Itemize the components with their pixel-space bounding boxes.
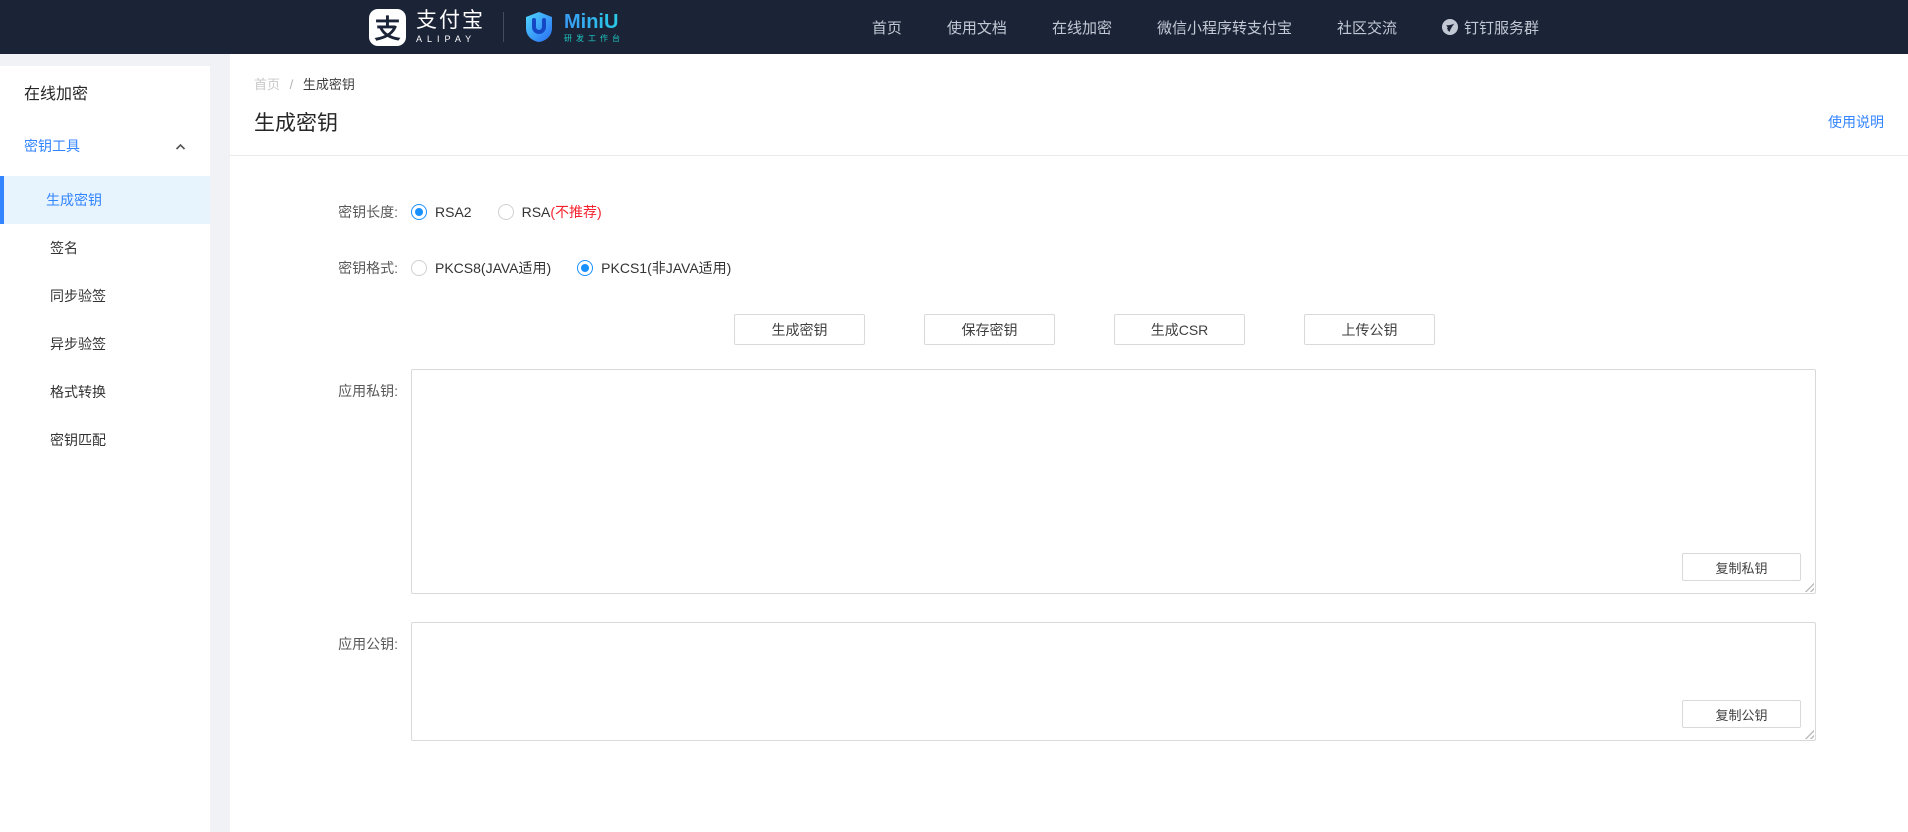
miniu-name: MiniU xyxy=(564,11,624,33)
radio-rsa[interactable]: RSA(不推荐) xyxy=(498,202,602,222)
radio-rsa2-circle[interactable] xyxy=(411,204,427,220)
copy-public-key-button[interactable]: 复制公钥 xyxy=(1682,700,1801,728)
nav-item-dingtalk-group[interactable]: 钉钉服务群 xyxy=(1442,17,1539,38)
key-length-row: 密钥长度: RSA2 RSA(不推荐) xyxy=(230,202,1908,222)
generate-csr-button[interactable]: 生成CSR xyxy=(1114,314,1245,345)
top-navbar: 支 支付宝 ALIPAY MiniU 研发工作 xyxy=(0,0,1908,54)
nav-item-docs[interactable]: 使用文档 xyxy=(947,17,1007,38)
public-key-row: 应用公钥: 复制公钥 xyxy=(230,622,1908,741)
sidebar-item-format-convert[interactable]: 格式转换 xyxy=(0,368,210,416)
private-key-textarea[interactable] xyxy=(411,369,1816,594)
public-key-textarea[interactable] xyxy=(411,622,1816,741)
nav-item-online-encrypt[interactable]: 在线加密 xyxy=(1052,17,1112,38)
alipay-logo-icon: 支 xyxy=(369,9,406,46)
logo-divider xyxy=(503,12,504,42)
alipay-subtitle: ALIPAY xyxy=(416,33,485,45)
nav-item-dingtalk-label: 钉钉服务群 xyxy=(1464,17,1539,38)
miniu-shield-icon xyxy=(522,10,556,44)
radio-pkcs1[interactable]: PKCS1(非JAVA适用) xyxy=(577,258,731,278)
public-key-label: 应用公钥: xyxy=(230,622,411,654)
key-length-label: 密钥长度: xyxy=(230,202,411,222)
key-format-label: 密钥格式: xyxy=(230,258,411,278)
sidebar-item-sign[interactable]: 签名 xyxy=(0,224,210,272)
miniu-subtitle: 研发工作台 xyxy=(564,33,624,44)
not-recommended-text: (不推荐) xyxy=(550,204,601,220)
save-key-button[interactable]: 保存密钥 xyxy=(924,314,1055,345)
sidebar-group-key-tools[interactable]: 密钥工具 xyxy=(0,114,210,176)
nav-item-home[interactable]: 首页 xyxy=(872,17,902,38)
radio-pkcs1-label: PKCS1(非JAVA适用) xyxy=(601,258,731,278)
usage-help-link[interactable]: 使用说明 xyxy=(1828,112,1884,132)
radio-rsa2[interactable]: RSA2 xyxy=(411,204,472,220)
radio-pkcs8-label: PKCS8(JAVA适用) xyxy=(435,258,551,278)
alipay-name: 支付宝 xyxy=(416,9,485,33)
breadcrumb: 首页 / 生成密钥 xyxy=(254,74,1884,93)
copy-private-key-button[interactable]: 复制私钥 xyxy=(1682,553,1801,581)
miniu-logo-text: MiniU 研发工作台 xyxy=(564,11,624,44)
nav-item-wechat-to-alipay[interactable]: 微信小程序转支付宝 xyxy=(1157,17,1292,38)
upload-public-key-button[interactable]: 上传公钥 xyxy=(1304,314,1435,345)
radio-rsa2-label: RSA2 xyxy=(435,204,472,220)
page-title: 生成密钥 xyxy=(254,107,338,137)
alipay-logo-text: 支付宝 ALIPAY xyxy=(416,9,485,45)
breadcrumb-separator: / xyxy=(290,77,294,92)
radio-rsa-label: RSA(不推荐) xyxy=(522,202,602,222)
breadcrumb-current: 生成密钥 xyxy=(303,77,355,92)
radio-pkcs8-circle[interactable] xyxy=(411,260,427,276)
key-generation-form: 密钥长度: RSA2 RSA(不推荐) 密钥格式: xyxy=(230,156,1908,817)
breadcrumb-home[interactable]: 首页 xyxy=(254,77,280,92)
logo-group[interactable]: 支 支付宝 ALIPAY MiniU 研发工作 xyxy=(369,9,624,46)
sidebar-item-async-verify[interactable]: 异步验签 xyxy=(0,320,210,368)
content-header: 首页 / 生成密钥 生成密钥 使用说明 xyxy=(230,54,1908,156)
key-format-row: 密钥格式: PKCS8(JAVA适用) PKCS1(非JAVA适用) xyxy=(230,258,1908,278)
sidebar-title: 在线加密 xyxy=(0,66,210,114)
nav-item-community[interactable]: 社区交流 xyxy=(1337,17,1397,38)
radio-rsa-circle[interactable] xyxy=(498,204,514,220)
sidebar-item-key-match[interactable]: 密钥匹配 xyxy=(0,416,210,464)
main-content: 首页 / 生成密钥 生成密钥 使用说明 密钥长度: RSA2 xyxy=(230,54,1908,832)
radio-pkcs1-circle[interactable] xyxy=(577,260,593,276)
radio-pkcs8[interactable]: PKCS8(JAVA适用) xyxy=(411,258,551,278)
private-key-row: 应用私钥: 复制私钥 xyxy=(230,369,1908,594)
sidebar-item-sync-verify[interactable]: 同步验签 xyxy=(0,272,210,320)
private-key-label: 应用私钥: xyxy=(230,369,411,401)
chevron-up-icon xyxy=(175,138,186,154)
generate-key-button[interactable]: 生成密钥 xyxy=(734,314,865,345)
nav-menu: 首页 使用文档 在线加密 微信小程序转支付宝 社区交流 钉钉服务群 xyxy=(872,17,1539,38)
sidebar-item-generate-key[interactable]: 生成密钥 xyxy=(0,176,210,224)
sidebar: 在线加密 密钥工具 生成密钥 签名 同步验签 异步验签 格式转换 密钥匹配 xyxy=(0,66,210,832)
sidebar-group-label: 密钥工具 xyxy=(24,136,80,156)
action-buttons-row: 生成密钥 保存密钥 生成CSR 上传公钥 xyxy=(734,314,1908,345)
dingtalk-icon xyxy=(1442,19,1458,35)
